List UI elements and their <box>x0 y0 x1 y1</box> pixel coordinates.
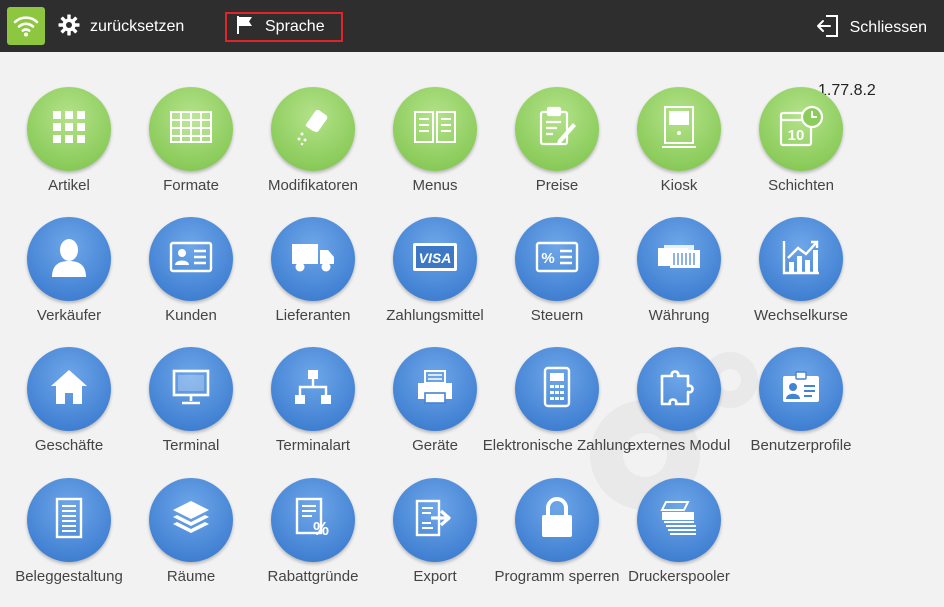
tile-label: Druckerspooler <box>628 568 730 585</box>
monitor-icon <box>171 368 211 411</box>
network-icon <box>293 368 333 411</box>
tile-wechselkurse[interactable]: Wechselkurse <box>740 214 862 340</box>
svg-text:%: % <box>313 519 329 539</box>
close-button[interactable]: Schliessen <box>816 14 927 42</box>
reset-button[interactable]: zurücksetzen <box>58 13 184 41</box>
lock-icon <box>539 496 575 544</box>
calendar-clock-icon: 10 <box>778 105 824 154</box>
percent-card-icon: % <box>535 241 579 278</box>
tile-label: Schichten <box>768 177 834 194</box>
svg-text:%: % <box>541 250 554 267</box>
gear-icon <box>58 14 80 41</box>
visa-card-icon: VISA <box>412 242 458 277</box>
tile-schichten[interactable]: 10 Schichten <box>740 84 862 210</box>
tile-druckerspooler[interactable]: Druckerspooler <box>618 475 740 601</box>
chart-up-icon <box>781 238 821 281</box>
tile-label: Wechselkurse <box>754 307 848 324</box>
truck-icon <box>290 240 336 279</box>
badge-icon <box>781 370 821 409</box>
top-bar: zurücksetzen Sprache Schliessen <box>0 0 944 52</box>
printer-icon <box>415 369 455 410</box>
receipt-icon <box>54 497 84 544</box>
card-terminal-icon <box>542 366 572 413</box>
home-icon <box>49 368 89 411</box>
table-icon <box>169 110 213 149</box>
layers-icon <box>171 499 211 542</box>
tile-benutzerprofile[interactable]: Benutzerprofile <box>740 344 862 470</box>
person-icon <box>49 237 89 282</box>
book-icon <box>413 109 457 150</box>
id-card-icon <box>169 241 213 278</box>
export-icon <box>413 498 457 543</box>
printer-spool-icon <box>658 498 700 543</box>
money-stack-icon <box>656 242 702 277</box>
language-button[interactable]: Sprache <box>225 12 343 42</box>
puzzle-icon <box>658 366 700 413</box>
kiosk-icon <box>662 105 696 154</box>
salt-shaker-icon <box>293 107 333 152</box>
grid-icon <box>51 109 87 150</box>
discount-doc-icon: % <box>293 497 333 544</box>
wifi-status-button[interactable] <box>7 7 45 45</box>
exit-icon <box>816 14 840 43</box>
svg-text:VISA: VISA <box>419 250 452 266</box>
tile-label: Benutzerprofile <box>750 437 852 454</box>
svg-text:10: 10 <box>788 127 805 144</box>
language-label: Sprache <box>265 18 325 35</box>
clipboard-pencil-icon <box>537 106 577 153</box>
flag-icon <box>227 15 254 40</box>
close-label: Schliessen <box>849 19 927 36</box>
reset-label: zurücksetzen <box>90 18 185 35</box>
